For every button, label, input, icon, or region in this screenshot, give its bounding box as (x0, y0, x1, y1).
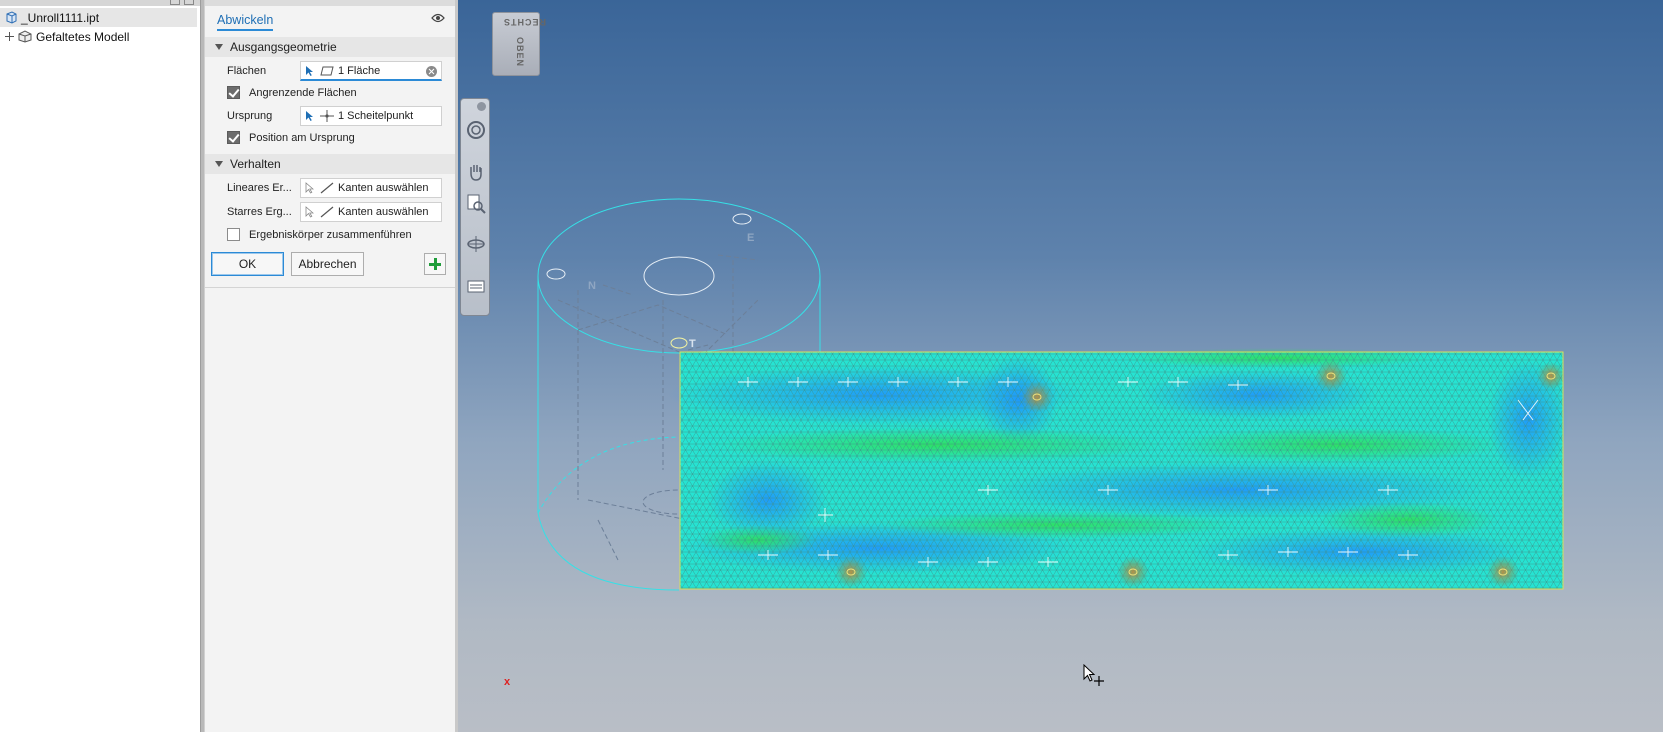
select-arrow-icon (305, 206, 314, 218)
rigid-edges-value: Kanten auswählen (338, 206, 429, 218)
position-at-origin-option[interactable]: Position am Ursprung (227, 131, 355, 144)
face-icon (320, 66, 334, 75)
section-title: Ausgangsgeometrie (230, 40, 337, 54)
svg-text:E: E (747, 232, 754, 244)
edge-icon (320, 182, 334, 194)
browser-item-folded-model[interactable]: Gefaltetes Modell (0, 27, 129, 46)
edge-icon (320, 206, 334, 218)
section-behavior[interactable]: Verhalten (205, 154, 455, 174)
zoom-icon[interactable] (465, 193, 487, 215)
look-at-icon[interactable] (465, 275, 487, 297)
merge-bodies-label: Ergebniskörper zusammenführen (249, 228, 412, 241)
section-title: Verhalten (230, 157, 281, 171)
add-icon[interactable] (424, 253, 446, 275)
svg-text:N: N (588, 280, 596, 292)
browser-item-label: _Unroll1111.ipt (21, 10, 100, 25)
browser-item-part[interactable]: _Unroll1111.ipt (0, 8, 197, 27)
faces-selector[interactable]: 1 Fläche (300, 61, 442, 81)
flat-pattern-mesh (668, 348, 1568, 590)
folded-model-icon (18, 30, 32, 43)
panel-divider (205, 287, 455, 288)
viewcube-top-label: OBEN (515, 36, 526, 68)
model-browser: _Unroll1111.ipt Gefaltetes Modell (0, 0, 200, 732)
origin-selector[interactable]: 1 Scheitelpunkt (300, 106, 442, 126)
x-axis-indicator: x (504, 676, 511, 688)
expand-icon[interactable] (5, 32, 14, 41)
steering-wheel-icon[interactable] (465, 119, 487, 141)
clear-icon[interactable] (426, 66, 437, 77)
orbit-icon[interactable] (465, 233, 487, 255)
ok-button[interactable]: OK (211, 252, 284, 276)
tab-unroll[interactable]: Abwickeln (217, 13, 274, 31)
linear-result-label: Lineares Er... (227, 182, 292, 194)
browser-item-label: Gefaltetes Modell (36, 29, 130, 44)
linear-edges-value: Kanten auswählen (338, 182, 429, 194)
merge-bodies-checkbox[interactable] (227, 228, 240, 241)
mouse-cursor-icon (1083, 664, 1104, 686)
graphics-viewport[interactable]: E N T RECHTS OBEN x (458, 0, 1663, 732)
close-icon[interactable] (477, 102, 486, 111)
pan-icon[interactable] (465, 161, 487, 183)
panel-header-strip (205, 0, 455, 6)
search-icon[interactable] (170, 0, 180, 5)
browser-header (0, 0, 200, 6)
select-arrow-icon (306, 111, 313, 121)
part-file-icon (6, 11, 17, 24)
cancel-button[interactable]: Abbrechen (291, 252, 364, 276)
properties-panel: Abwickeln Ausgangsgeometrie Flächen 1 Fl… (205, 0, 455, 732)
position-at-origin-checkbox[interactable] (227, 131, 240, 144)
collapse-icon (215, 161, 223, 167)
rigid-result-label: Starres Erg... (227, 206, 292, 218)
position-at-origin-label: Position am Ursprung (249, 131, 355, 144)
adjacent-faces-option[interactable]: Angrenzende Flächen (227, 86, 357, 99)
model-labels: E N T (588, 232, 754, 350)
select-arrow-icon (306, 65, 313, 76)
linear-edges-selector[interactable]: Kanten auswählen (300, 178, 442, 198)
section-input-geometry[interactable]: Ausgangsgeometrie (205, 37, 455, 57)
collapse-icon (215, 44, 223, 50)
svg-text:T: T (689, 338, 696, 350)
faces-label: Flächen (227, 65, 267, 77)
viewcube[interactable]: RECHTS OBEN (492, 12, 546, 76)
vertex-icon (320, 110, 334, 122)
select-arrow-icon (305, 182, 314, 194)
origin-value: 1 Scheitelpunkt (338, 110, 414, 122)
navigation-bar (460, 98, 490, 316)
eye-icon[interactable] (431, 13, 445, 23)
model-scene: E N T (537, 198, 1568, 591)
origin-label: Ursprung (227, 110, 273, 122)
menu-icon[interactable] (184, 0, 194, 5)
viewcube-right-label: RECHTS (503, 17, 547, 27)
merge-bodies-option[interactable]: Ergebniskörper zusammenführen (227, 228, 412, 241)
rigid-edges-selector[interactable]: Kanten auswählen (300, 202, 442, 222)
adjacent-faces-checkbox[interactable] (227, 86, 240, 99)
adjacent-faces-label: Angrenzende Flächen (249, 86, 357, 99)
faces-value: 1 Fläche (338, 64, 381, 77)
